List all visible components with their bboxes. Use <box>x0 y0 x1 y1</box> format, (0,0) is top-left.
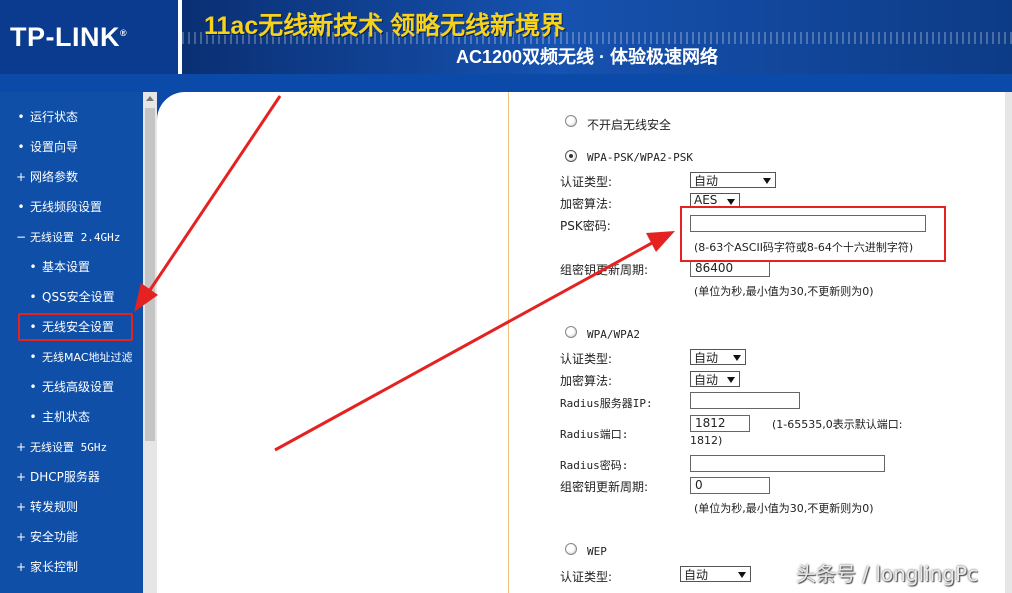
expand-plus-icon: + <box>16 560 27 574</box>
radius-port-hint-default: 1812) <box>690 434 723 447</box>
sidebar-item-wizard[interactable]: • 设置向导 <box>0 135 159 159</box>
expand-plus-icon: + <box>16 470 27 484</box>
psk-password-label: PSK密码: <box>560 219 611 233</box>
sidebar-item-wireless-24[interactable]: − 无线设置 2.4GHz <box>0 225 159 249</box>
watermark: 头条号 / longlingPc <box>796 562 979 586</box>
radio-wpa[interactable] <box>565 326 577 338</box>
wep-auth-label: 认证类型: <box>560 570 613 584</box>
sidebar-item-forwarding[interactable]: + 转发规则 <box>0 495 159 519</box>
sidebar-item-basic[interactable]: • 基本设置 <box>0 255 171 279</box>
radius-password-input[interactable] <box>690 455 885 472</box>
radius-ip-input[interactable] <box>690 392 800 409</box>
sidebar-item-wireless-5g[interactable]: + 无线设置 5GHz <box>0 435 159 459</box>
section-wpa-title: WPA/WPA2 <box>587 328 640 341</box>
wpa-auth-label: 认证类型: <box>560 352 613 366</box>
bullet-icon: • <box>29 410 37 424</box>
wep-auth-select[interactable]: 自动 <box>680 566 751 582</box>
dropdown-arrow-icon <box>738 572 746 578</box>
sidebar-item-mac-filter[interactable]: • 无线MAC地址过滤 <box>0 345 171 369</box>
dropdown-arrow-icon <box>733 355 741 361</box>
radius-ip-label: Radius服务器IP: <box>560 397 653 410</box>
header: TP-LINK® 11ac无线新技术 领略无线新境界 AC1200双频无线 · … <box>0 0 1012 92</box>
dropdown-arrow-icon <box>727 199 735 205</box>
annotation-highlight-box <box>18 313 133 341</box>
radio-wep[interactable] <box>565 543 577 555</box>
wpa-psk-renew-hint: (单位为秒,最小值为30,不更新则为0) <box>694 285 874 298</box>
sidebar-item-band[interactable]: • 无线频段设置 <box>0 195 159 219</box>
wpa-renew-label: 组密钥更新周期: <box>560 480 649 494</box>
sidebar-item-network[interactable]: + 网络参数 <box>0 165 159 189</box>
wpa-psk-enc-select[interactable]: AES <box>690 193 740 207</box>
sidebar-item-dhcp[interactable]: + DHCP服务器 <box>0 465 159 489</box>
wpa-enc-label: 加密算法: <box>560 374 613 388</box>
section-wep-title: WEP <box>587 545 607 558</box>
wpa-psk-renew-input[interactable]: 86400 <box>690 260 770 277</box>
bullet-icon: • <box>17 110 25 124</box>
wpa-renew-input[interactable]: 0 <box>690 477 770 494</box>
sidebar-item-host-status[interactable]: • 主机状态 <box>0 405 171 429</box>
radio-no-security[interactable] <box>565 115 577 127</box>
expand-plus-icon: + <box>16 440 27 454</box>
bullet-icon: • <box>17 140 25 154</box>
bullet-icon: • <box>17 200 25 214</box>
dropdown-arrow-icon <box>763 178 771 184</box>
wpa-renew-hint: (单位为秒,最小值为30,不更新则为0) <box>694 502 874 515</box>
wpa-psk-enc-label: 加密算法: <box>560 197 613 211</box>
radius-port-input[interactable]: 1812 <box>690 415 750 432</box>
sidebar-item-advanced[interactable]: • 无线高级设置 <box>0 375 171 399</box>
content-scrollbar[interactable] <box>1005 92 1012 593</box>
option-no-security-label: 不开启无线安全 <box>587 118 672 132</box>
sidebar-item-security[interactable]: + 安全功能 <box>0 525 159 549</box>
bullet-icon: • <box>29 290 37 304</box>
radius-port-hint: (1-65535,0表示默认端口: <box>772 418 903 431</box>
bullet-icon: • <box>29 350 37 364</box>
expand-plus-icon: + <box>16 170 27 184</box>
bullet-icon: • <box>29 380 37 394</box>
sidebar-item-parental[interactable]: + 家长控制 <box>0 555 159 579</box>
sidebar-item-status[interactable]: • 运行状态 <box>0 105 159 129</box>
dropdown-arrow-icon <box>727 377 735 383</box>
sidebar-item-qss[interactable]: • QSS安全设置 <box>0 285 171 309</box>
radius-port-label: Radius端口: <box>560 428 629 441</box>
logo-box: TP-LINK® <box>0 0 182 74</box>
security-form <box>508 92 1007 593</box>
tp-link-logo: TP-LINK® <box>10 22 128 52</box>
expand-plus-icon: + <box>16 530 27 544</box>
annotation-highlight-box <box>680 206 946 262</box>
header-bottom-bar <box>0 74 1012 92</box>
wpa-auth-select[interactable]: 自动 <box>690 349 746 365</box>
banner-tagline: 11ac无线新技术 领略无线新境界 <box>204 12 566 40</box>
radio-wpa-psk[interactable] <box>565 150 577 162</box>
scroll-up-arrow-icon[interactable] <box>146 96 154 101</box>
wpa-enc-select[interactable]: 自动 <box>690 371 740 387</box>
expand-plus-icon: + <box>16 500 27 514</box>
wpa-psk-auth-label: 认证类型: <box>560 175 613 189</box>
wpa-psk-renew-label: 组密钥更新周期: <box>560 263 649 277</box>
collapse-minus-icon: − <box>16 230 27 244</box>
section-wpa-psk-title: WPA-PSK/WPA2-PSK <box>587 151 693 164</box>
bullet-icon: • <box>29 260 37 274</box>
banner-subline: AC1200双频无线 · 体验极速网络 <box>456 47 719 67</box>
wpa-psk-auth-select[interactable]: 自动 <box>690 172 776 188</box>
radius-password-label: Radius密码: <box>560 459 629 472</box>
header-banner: 11ac无线新技术 领略无线新境界 AC1200双频无线 · 体验极速网络 <box>182 0 1012 74</box>
